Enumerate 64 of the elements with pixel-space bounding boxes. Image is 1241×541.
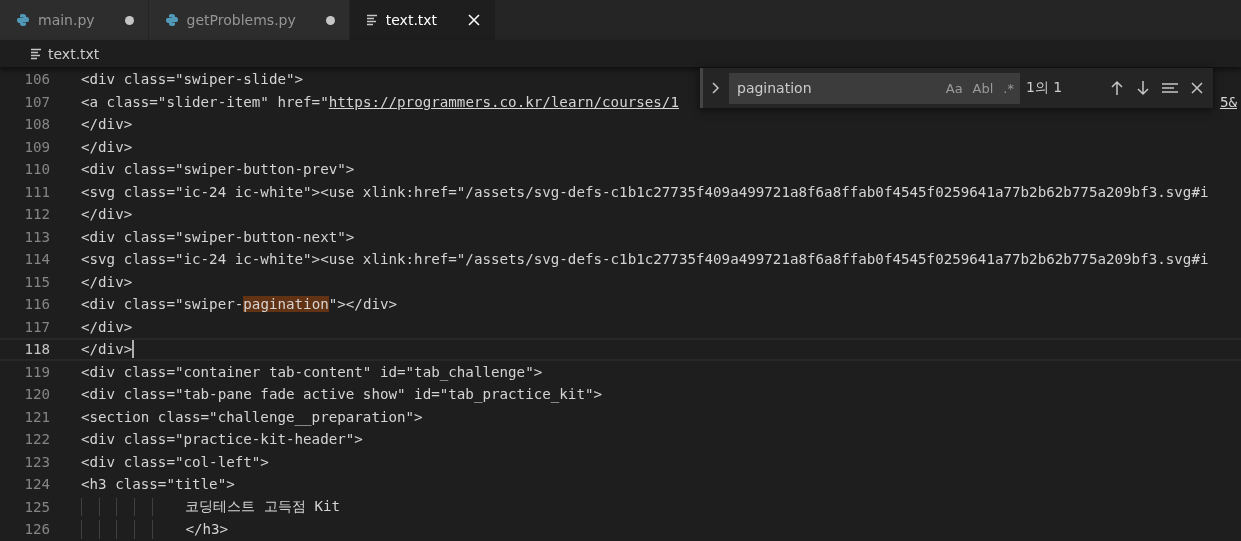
code-text: <h3 class="title"> (81, 476, 235, 493)
match-count: 1의 1 (1026, 79, 1063, 97)
line-number: 123 (23, 453, 50, 470)
code-text: <div class="swiper-slide"> (81, 71, 304, 88)
code-text: </div> (81, 341, 133, 358)
code-text: <svg class="ic-24 ic-white"><use xlink:href="/assets/svg-defs-c1b1c27735f409a499721a8f6a8ffab0f4545f0259641a77b2b62b775a209bf3.svg#i (81, 251, 1209, 268)
python-icon (164, 13, 179, 27)
line-number: 121 (23, 408, 50, 425)
code-link[interactable]: https://programmers.co.kr/learn/courses/1 (328, 93, 679, 110)
line-number: 120 (23, 386, 50, 403)
code-text: <svg class="ic-24 ic-white"><use xlink:href="/assets/svg-defs-c1b1c27735f409a499721a8f6a8ffab0f4545f0259641a77b2b62b775a209bf3.svg#i (81, 183, 1209, 200)
line-number: 115 (23, 273, 50, 290)
line-number: 124 (23, 476, 50, 493)
code-text: <div class="swiper- (81, 296, 244, 313)
code-text: </div> (81, 116, 133, 133)
code-text: <div class="swiper-button-next"> (81, 228, 355, 245)
code-text: </div> (81, 206, 133, 223)
line-number: 126 (23, 521, 50, 538)
code-text: 코딩테스트 고득점 Kit (185, 497, 341, 517)
find-input-field[interactable]: pagination Aa Abl .* (729, 72, 1020, 104)
code-text: "></div> (328, 296, 398, 313)
line-number: 113 (23, 228, 50, 245)
code-link[interactable]: 5& (1219, 93, 1241, 110)
line-number: 108 (23, 116, 50, 133)
text-cursor (132, 340, 135, 359)
unsaved-dot-icon (325, 15, 335, 25)
line-number: 119 (23, 363, 50, 380)
line-number: 116 (23, 296, 50, 313)
line-number: 122 (23, 431, 50, 448)
code-text: <div class="practice-kit-header"> (81, 431, 363, 448)
python-icon (16, 13, 30, 27)
line-number: 109 (23, 138, 50, 155)
line-number: 106 (23, 71, 50, 88)
text-file-icon (365, 14, 378, 26)
code-text: <div class="container tab-content" id="tab_challenge"> (81, 363, 543, 380)
code-text: <div class="tab-pane fade active show" id="tab_practice_kit"> (81, 386, 603, 403)
line-number: 125 (23, 498, 50, 515)
editor-tab[interactable]: getProblems.py (148, 0, 350, 40)
code-text: <div class="col-left"> (81, 453, 269, 470)
editor-tab[interactable]: main.py (0, 0, 149, 40)
breadcrumb-item[interactable]: text.txt (48, 45, 100, 62)
unsaved-dot-icon (124, 15, 134, 25)
line-number: 118 (23, 341, 50, 358)
code-text: </div> (81, 138, 133, 155)
code-text: </div> (81, 273, 133, 290)
line-number: 114 (23, 251, 50, 268)
search-match: pagination (243, 296, 329, 313)
code-text: <a class="slider-item" href=" (81, 93, 329, 110)
code-text: <section class="challenge__preparation"> (81, 408, 423, 425)
chevron-icon (709, 81, 721, 95)
editor-tab[interactable]: text.txt (349, 0, 497, 40)
search-option-button[interactable]: Abl (968, 80, 998, 96)
search-option-button[interactable]: .* (999, 80, 1018, 96)
code-text: </h3> (185, 521, 229, 538)
line-number: 112 (23, 206, 50, 223)
line-number: 117 (23, 318, 50, 335)
text-file-icon (30, 47, 42, 60)
search-option-button[interactable]: Aa (941, 80, 967, 96)
code-text: <div class="swiper-button-prev"> (81, 161, 355, 178)
line-number: 107 (23, 93, 50, 110)
code-text: </div> (81, 318, 133, 335)
line-number: 110 (23, 161, 50, 178)
close-tab-button[interactable] (467, 13, 482, 27)
line-number: 111 (23, 183, 50, 200)
